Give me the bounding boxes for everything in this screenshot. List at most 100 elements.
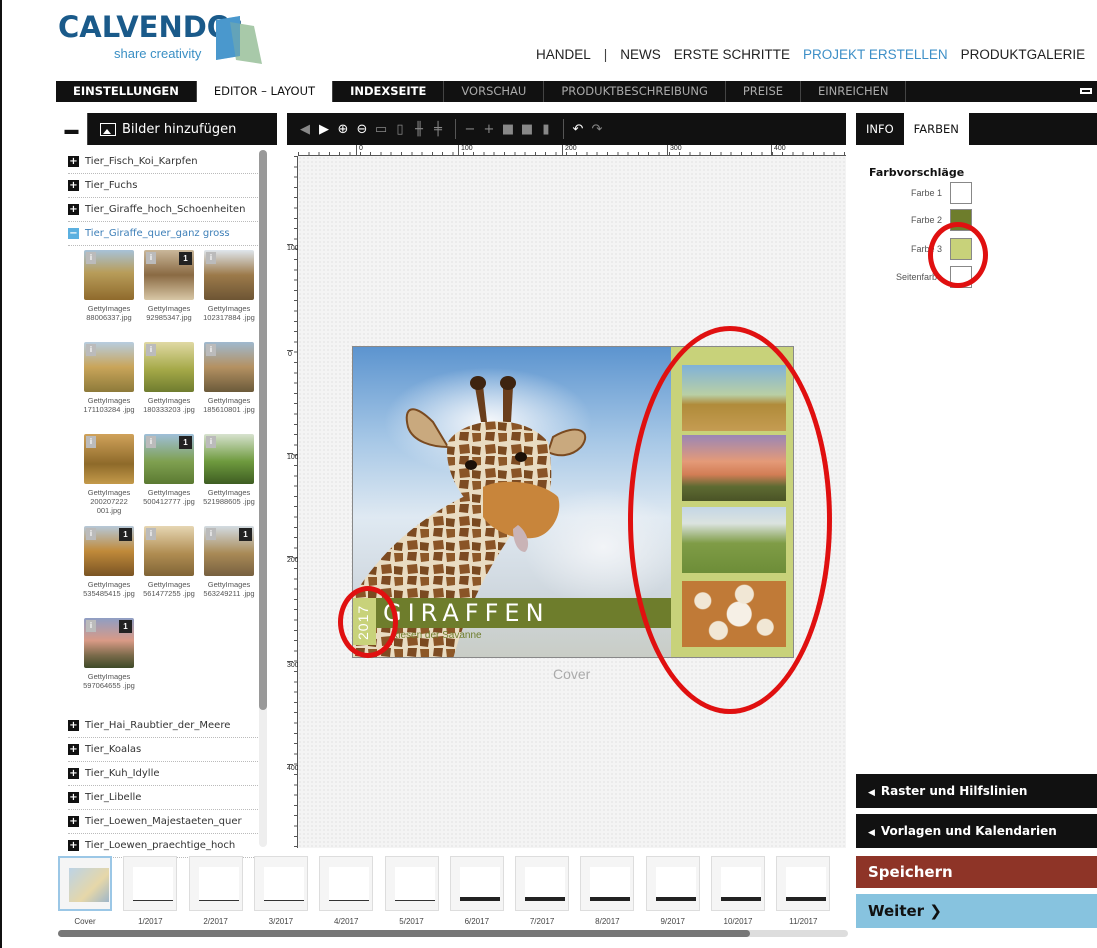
image-panel-scrollbar[interactable] xyxy=(259,150,267,847)
nav-projekt-erstellen[interactable]: PROJEKT ERSTELLEN xyxy=(803,47,948,62)
thumbnail-image[interactable]: i xyxy=(204,342,254,392)
info-icon[interactable]: i xyxy=(206,436,216,448)
image-thumbnail[interactable]: i 1 GettyImages 92985347.jpg xyxy=(140,250,198,342)
info-icon[interactable]: i xyxy=(86,620,96,632)
color-swatch[interactable] xyxy=(950,182,972,204)
cover-subtitle-text[interactable]: Riesen der Savanne xyxy=(391,630,482,641)
expand-icon[interactable]: + xyxy=(68,840,79,851)
tab-einreichen[interactable]: EINREICHEN xyxy=(801,81,907,102)
tab-editor-layout[interactable]: EDITOR – LAYOUT xyxy=(196,81,334,102)
next-button[interactable]: Weiter ❯ xyxy=(856,894,1097,928)
send-backward-icon[interactable]: ■ xyxy=(519,122,535,137)
folder-item[interactable]: + Tier_Fisch_Koi_Karpfen xyxy=(68,150,258,174)
image-thumbnail[interactable]: i GettyImages 102317884 .jpg xyxy=(200,250,258,342)
thumbnail-image[interactable]: i xyxy=(84,342,134,392)
info-icon[interactable]: i xyxy=(146,252,156,264)
image-thumbnail[interactable]: i GettyImages 185610801 .jpg xyxy=(200,342,258,434)
cover-title-text[interactable]: GIRAFFEN xyxy=(383,599,550,627)
filmstrip-page-cover[interactable]: Cover xyxy=(56,856,114,931)
tab-farben[interactable]: FARBEN xyxy=(903,113,969,145)
expand-icon[interactable]: + xyxy=(68,180,79,191)
expand-icon[interactable]: + xyxy=(68,768,79,779)
filmstrip-scrollbar[interactable] xyxy=(58,930,848,937)
info-icon[interactable]: i xyxy=(206,344,216,356)
info-icon[interactable]: i xyxy=(86,528,96,540)
thumbnail-image[interactable]: i xyxy=(204,434,254,484)
folder-item[interactable]: + Tier_Kuh_Idylle xyxy=(68,762,258,786)
zoom-in-icon[interactable]: ⊕ xyxy=(335,122,351,137)
fit-height-icon[interactable]: ▯ xyxy=(392,122,408,137)
expand-icon[interactable]: + xyxy=(68,204,79,215)
tab-indexseite[interactable]: INDEXSEITE xyxy=(333,81,445,102)
tab-produktbeschreibung[interactable]: PRODUKTBESCHREIBUNG xyxy=(544,81,726,102)
image-thumbnail[interactable]: i 1 GettyImages 563249211 .jpg xyxy=(200,526,258,618)
thumbnail-image[interactable]: i1 xyxy=(204,526,254,576)
undo-icon[interactable]: ↶ xyxy=(570,122,586,137)
filmstrip-page[interactable]: 4/2017 xyxy=(317,856,375,931)
info-icon[interactable]: i xyxy=(146,344,156,356)
next-page-icon[interactable]: ▶ xyxy=(316,122,332,137)
fit-width-icon[interactable]: ▭ xyxy=(373,122,389,137)
filmstrip-page[interactable]: 2/2017 xyxy=(187,856,245,931)
align-vertical-icon[interactable]: ╪ xyxy=(430,122,446,137)
thumbnail-image[interactable]: i1 xyxy=(144,434,194,484)
filmstrip-page[interactable]: 10/2017 xyxy=(709,856,767,931)
collapse-icon[interactable]: − xyxy=(68,228,79,239)
folder-item[interactable]: + Tier_Koalas xyxy=(68,738,258,762)
thumbnail-image[interactable]: i xyxy=(144,342,194,392)
expand-icon[interactable]: + xyxy=(68,816,79,827)
nav-handel[interactable]: HANDEL xyxy=(536,47,591,62)
expand-icon[interactable]: + xyxy=(68,744,79,755)
filmstrip-page[interactable]: 1/2017 xyxy=(121,856,179,931)
image-thumbnail[interactable]: i GettyImages 180333203 .jpg xyxy=(140,342,198,434)
filmstrip-page[interactable]: 5/2017 xyxy=(383,856,441,931)
expand-icon[interactable]: + xyxy=(68,720,79,731)
filmstrip-page[interactable]: 8/2017 xyxy=(578,856,636,931)
bring-forward-icon[interactable]: ■ xyxy=(500,122,516,137)
tab-info[interactable]: INFO xyxy=(856,113,904,145)
tab-vorschau[interactable]: VORSCHAU xyxy=(444,81,545,102)
trash-icon[interactable]: ▮ xyxy=(538,122,554,137)
folder-item-open[interactable]: − Tier_Giraffe_quer_ganz gross xyxy=(68,222,258,246)
image-thumbnail[interactable]: i GettyImages 521988605 .jpg xyxy=(200,434,258,526)
thumbnail-image[interactable]: i1 xyxy=(84,618,134,668)
info-icon[interactable]: i xyxy=(206,252,216,264)
info-icon[interactable]: i xyxy=(146,436,156,448)
nav-news[interactable]: NEWS xyxy=(620,47,661,62)
filmstrip-page[interactable]: 9/2017 xyxy=(644,856,702,931)
calvendo-logo[interactable]: CALVENDO® share creativity xyxy=(58,8,268,68)
folder-item[interactable]: + Tier_Fuchs xyxy=(68,174,258,198)
filmstrip-page[interactable]: 11/2017 xyxy=(774,856,832,931)
folder-item[interactable]: + Tier_Loewen_praechtige_hoch xyxy=(68,834,258,858)
prev-page-icon[interactable]: ◀ xyxy=(297,122,313,137)
image-thumbnail[interactable]: i GettyImages 200207222 001.jpg xyxy=(80,434,138,526)
image-thumbnail[interactable]: i 1 GettyImages 500412777 .jpg xyxy=(140,434,198,526)
folder-item[interactable]: + Tier_Libelle xyxy=(68,786,258,810)
thumbnail-image[interactable]: i1 xyxy=(144,250,194,300)
info-icon[interactable]: i xyxy=(86,252,96,264)
image-thumbnail[interactable]: i 1 GettyImages 597064655 .jpg xyxy=(80,618,138,710)
zoom-out-icon[interactable]: ⊖ xyxy=(354,122,370,137)
scrollbar-thumb[interactable] xyxy=(259,150,267,710)
image-thumbnail[interactable]: i GettyImages 171103284 .jpg xyxy=(80,342,138,434)
folder-item[interactable]: + Tier_Giraffe_hoch_Schoenheiten xyxy=(68,198,258,222)
add-images-button[interactable]: Bilder hinzufügen xyxy=(88,122,236,137)
fullscreen-icon[interactable] xyxy=(1080,88,1092,94)
folder-icon[interactable]: ▬ xyxy=(56,113,88,145)
info-icon[interactable]: i xyxy=(146,528,156,540)
filmstrip-page[interactable]: 3/2017 xyxy=(252,856,310,931)
raster-hilfslinien-button[interactable]: ◀ Raster und Hilfslinien xyxy=(856,774,1097,808)
filmstrip-page[interactable]: 7/2017 xyxy=(513,856,571,931)
thumbnail-image[interactable]: i xyxy=(144,526,194,576)
nav-produktgalerie[interactable]: PRODUKTGALERIE xyxy=(961,47,1086,62)
expand-icon[interactable]: + xyxy=(68,156,79,167)
tab-einstellungen[interactable]: EINSTELLUNGEN xyxy=(56,81,197,102)
redo-icon[interactable]: ↷ xyxy=(589,122,605,137)
image-thumbnail[interactable]: i GettyImages 561477255 .jpg xyxy=(140,526,198,618)
thumbnail-image[interactable]: i xyxy=(204,250,254,300)
image-thumbnail[interactable]: i GettyImages 88006337.jpg xyxy=(80,250,138,342)
save-button[interactable]: Speichern xyxy=(856,856,1097,888)
align-horizontal-icon[interactable]: ╫ xyxy=(411,122,427,137)
add-icon[interactable]: + xyxy=(481,122,497,137)
filmstrip-scroll-thumb[interactable] xyxy=(58,930,750,937)
